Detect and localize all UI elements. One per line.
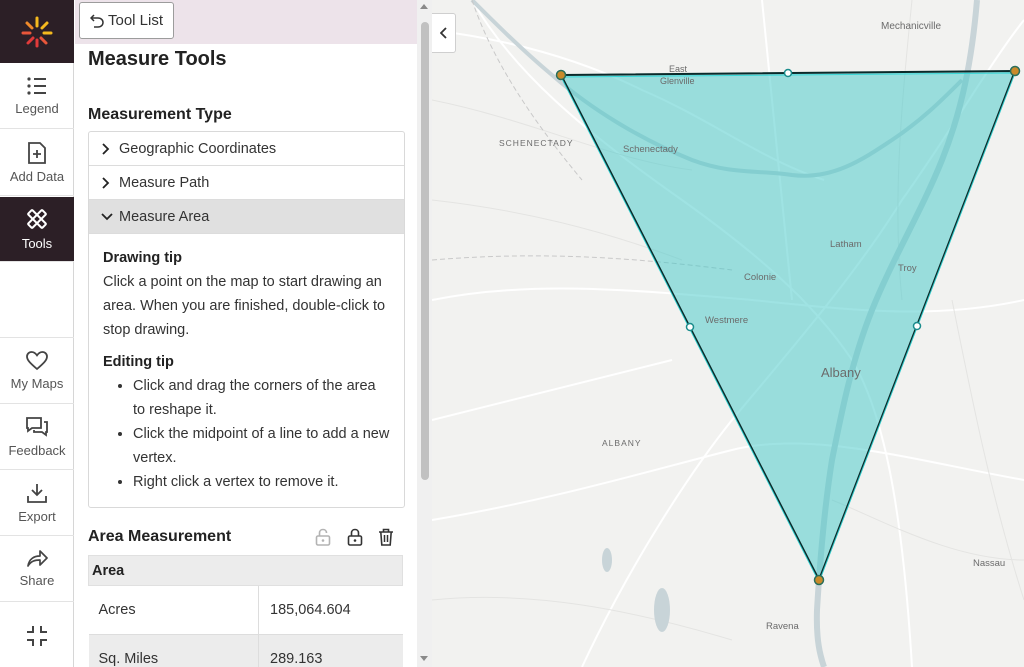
measurement-type-accordion: Geographic Coordinates Measure Path Meas… — [88, 131, 405, 508]
scroll-thumb[interactable] — [421, 22, 429, 480]
download-icon — [27, 483, 47, 503]
unit-cell: Acres — [88, 585, 259, 635]
table-row: Sq. Miles 289.163 — [88, 634, 403, 667]
scroll-down-arrow-icon[interactable] — [420, 656, 428, 661]
geographic-coordinates-option[interactable]: Geographic Coordinates — [89, 132, 404, 166]
measurement-type-heading: Measurement Type — [88, 106, 232, 123]
left-nav-rail: Legend Add Data Tools My Maps Feedback E… — [0, 0, 74, 667]
unit-cell: Sq. Miles — [88, 634, 259, 667]
chevron-right-icon — [101, 176, 119, 189]
value-cell: 289.163 — [258, 634, 403, 667]
option-label: Measure Path — [119, 174, 210, 191]
export-button[interactable]: Export — [0, 470, 74, 536]
polygon-midpoint-handle[interactable] — [783, 68, 793, 78]
lock-icon — [347, 528, 363, 546]
share-label: Share — [19, 572, 55, 588]
lake — [602, 548, 612, 572]
tools-label: Tools — [21, 236, 53, 251]
list-item: Click and drag the corners of the area t… — [133, 374, 390, 422]
chevron-down-icon — [101, 212, 119, 222]
map-label-schenectady: Schenectady — [623, 144, 678, 155]
map-label-mechanicville: Mechanicville — [881, 21, 941, 32]
panel-title: Measure Tools — [88, 48, 227, 70]
legend-button[interactable]: Legend — [0, 63, 74, 129]
polygon-vertex-handle[interactable] — [555, 69, 567, 81]
map-label-albany: Albany — [821, 365, 861, 380]
editing-tip-heading: Editing tip — [103, 354, 174, 370]
share-button[interactable]: Share — [0, 536, 74, 602]
map-view[interactable]: Mechanicville East Glenville SCHENECTADY… — [432, 0, 1024, 667]
list-icon — [27, 76, 46, 95]
measure-path-option[interactable]: Measure Path — [89, 166, 404, 200]
area-measurement-table: Area Acres 185,064.604 Sq. Miles 289.163 — [88, 555, 403, 667]
lake — [654, 588, 670, 632]
scroll-up-arrow-icon[interactable] — [420, 4, 428, 9]
map-label-colonie: Colonie — [744, 272, 776, 283]
trash-icon — [379, 528, 393, 546]
area-measurement-heading: Area Measurement — [88, 528, 232, 545]
list-item: Click the midpoint of a line to add a ne… — [133, 422, 390, 470]
chevron-left-icon — [439, 27, 447, 39]
list-item: Right click a vertex to remove it. — [133, 470, 390, 494]
tool-list-button[interactable]: Tool List — [79, 2, 175, 39]
measure-tools-panel: Tool List Measure Tools Measurement Type… — [75, 0, 417, 667]
collapse-panel-button[interactable] — [432, 13, 456, 53]
map-label-ravena: Ravena — [766, 621, 799, 632]
add-data-label: Add Data — [9, 168, 65, 184]
add-data-button[interactable]: Add Data — [0, 130, 74, 196]
feedback-label: Feedback — [8, 442, 66, 458]
panel-header-bar: Tool List — [75, 0, 417, 44]
measure-area-instructions: Drawing tip Click a point on the map to … — [89, 234, 404, 494]
table-header: Area — [88, 555, 403, 586]
value-cell: 185,064.604 — [258, 585, 403, 635]
my-maps-label: My Maps — [10, 375, 64, 391]
polygon-vertex-handle[interactable] — [813, 574, 825, 586]
feedback-button[interactable]: Feedback — [0, 404, 74, 470]
app-window: Legend Add Data Tools My Maps Feedback E… — [0, 0, 1024, 667]
collapse-fullscreen-button[interactable] — [0, 605, 74, 667]
measure-area-option[interactable]: Measure Area — [89, 200, 404, 234]
drawing-tip-heading: Drawing tip — [103, 250, 182, 266]
drawing-tip-text: Click a point on the map to start drawin… — [103, 274, 386, 338]
tools-button[interactable]: Tools — [0, 197, 74, 262]
polygon-midpoint-handle[interactable] — [685, 322, 695, 332]
map-label-nassau: Nassau — [973, 558, 1005, 569]
lock-button[interactable] — [345, 527, 365, 547]
sunburst-logo-icon — [21, 16, 53, 47]
delete-button[interactable] — [376, 527, 396, 547]
map-label-glenville: Glenville — [660, 76, 695, 86]
undo-arrow-icon — [90, 13, 104, 28]
legend-label: Legend — [15, 100, 59, 116]
my-maps-button[interactable]: My Maps — [0, 338, 74, 404]
polygon-vertex-handle[interactable] — [1009, 65, 1021, 77]
chat-icon — [26, 416, 48, 437]
heart-icon — [26, 350, 48, 370]
polygon-midpoint-handle[interactable] — [912, 321, 922, 331]
app-logo[interactable] — [0, 0, 74, 63]
tool-list-label: Tool List — [108, 12, 164, 29]
editing-tips-list: Click and drag the corners of the area t… — [103, 374, 390, 494]
add-file-icon — [28, 141, 46, 164]
table-header-row: Area — [88, 555, 403, 586]
map-label-westmere: Westmere — [705, 315, 748, 326]
tools-icon — [27, 209, 47, 229]
unlock-button[interactable] — [313, 527, 333, 547]
unlock-icon — [315, 528, 331, 546]
map-label-latham: Latham — [830, 239, 862, 250]
panel-scrollbar[interactable] — [417, 0, 432, 667]
map-label-east: East — [669, 64, 688, 74]
map-label-troy: Troy — [898, 263, 917, 274]
export-label: Export — [18, 508, 56, 524]
option-label: Geographic Coordinates — [119, 140, 277, 157]
option-label: Measure Area — [119, 208, 210, 225]
map-canvas[interactable]: Mechanicville East Glenville SCHENECTADY… — [432, 0, 1024, 667]
table-row: Acres 185,064.604 — [88, 585, 403, 635]
chevron-right-icon — [101, 142, 119, 155]
map-label-albany-county: ALBANY — [602, 438, 642, 448]
map-label-schenectady-county: SCHENECTADY — [499, 138, 574, 148]
exit-fullscreen-icon — [27, 626, 47, 646]
share-arrow-icon — [27, 549, 48, 567]
